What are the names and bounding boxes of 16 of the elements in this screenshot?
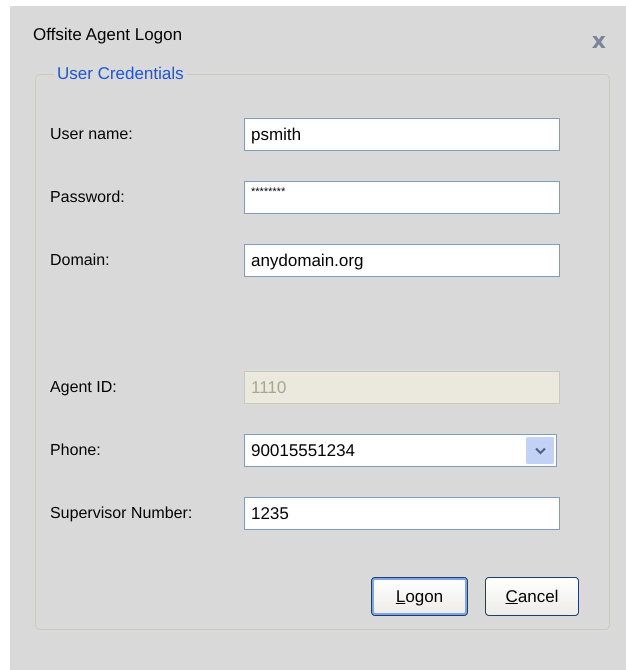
field-label: Supervisor Number: <box>50 504 194 522</box>
dialog-button[interactable]: Logon <box>371 577 468 616</box>
field-label: User name: <box>50 126 134 144</box>
group-title: User Credentials <box>56 64 185 84</box>
input-field[interactable]: anydomain.org <box>244 244 560 277</box>
field-label: Phone: <box>50 442 102 460</box>
dialog-button[interactable]: Cancel <box>485 577 579 616</box>
phone-dropdown[interactable]: 90015551234 <box>244 434 557 467</box>
field-label: Agent ID: <box>50 378 118 396</box>
input-field[interactable]: psmith <box>244 118 560 151</box>
input-field[interactable]: 1235 <box>244 497 560 530</box>
field-label: Domain: <box>50 252 111 270</box>
field-label: Password: <box>50 188 126 206</box>
window-title: Offsite Agent Logon <box>33 25 182 45</box>
chevron-down-icon[interactable] <box>526 437 554 464</box>
password-field[interactable]: ******** <box>244 181 560 214</box>
